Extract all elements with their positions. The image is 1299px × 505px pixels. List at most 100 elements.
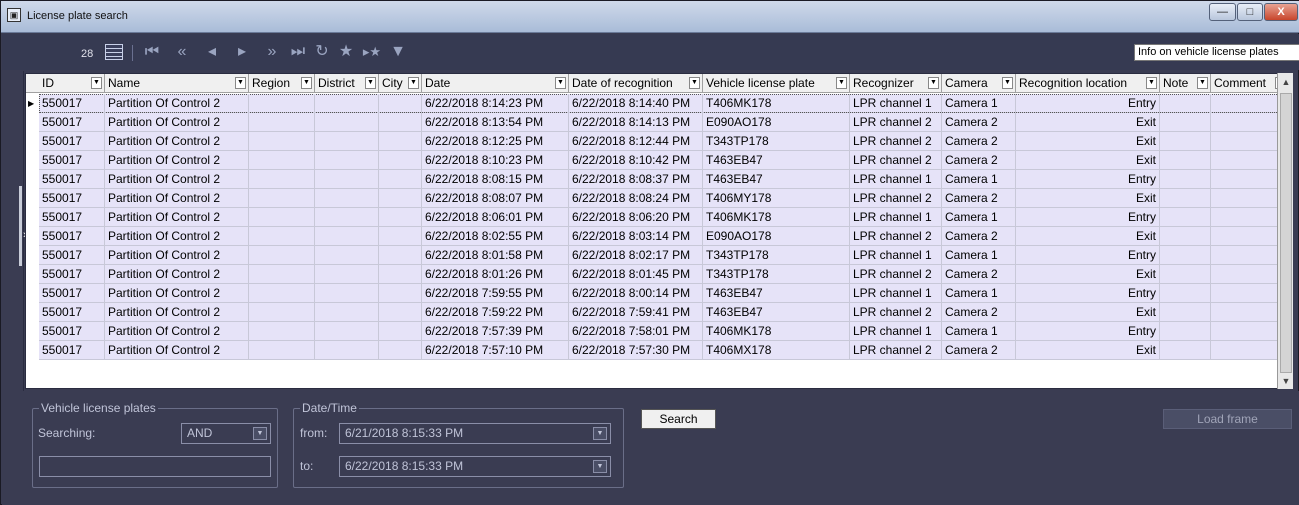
column-filter-dropdown-icon[interactable]: ▼ <box>1197 77 1208 89</box>
table-cell: E090AO178 <box>703 227 850 246</box>
goto-bookmark-icon[interactable]: ▸★ <box>361 41 383 63</box>
table-cell: 6/22/2018 7:59:55 PM <box>422 284 569 303</box>
table-cell <box>1160 322 1211 341</box>
minimize-button[interactable]: — <box>1209 3 1236 21</box>
table-cell <box>379 303 422 322</box>
last-record-icon[interactable]: ⏭ <box>287 41 309 63</box>
table-row[interactable]: 550017 Partition Of Control 2 6/22/2018 7:… <box>39 322 1287 341</box>
column-filter-dropdown-icon[interactable]: ▼ <box>1002 77 1013 89</box>
scroll-up-icon[interactable]: ▲ <box>1278 73 1294 91</box>
table-cell: Partition Of Control 2 <box>105 246 249 265</box>
from-datetime-picker[interactable]: 6/21/2018 8:15:33 PM ▼ <box>339 423 611 444</box>
table-row[interactable]: 550017 Partition Of Control 2 6/22/2018 8:… <box>39 132 1287 151</box>
to-label: to: <box>300 459 314 473</box>
search-button[interactable]: Search <box>641 409 716 429</box>
table-cell: 6/22/2018 8:06:01 PM <box>422 208 569 227</box>
table-cell <box>315 170 379 189</box>
previous-record-icon[interactable]: ◂ <box>201 41 223 63</box>
table-cell: Camera 2 <box>942 151 1016 170</box>
chevron-down-icon[interactable]: ▼ <box>593 427 607 440</box>
table-row[interactable]: 550017 Partition Of Control 2 6/22/2018 8:… <box>39 246 1287 265</box>
column-header[interactable]: Date ▼ <box>422 74 569 93</box>
next-page-icon[interactable]: » <box>261 41 283 63</box>
table-cell: Partition Of Control 2 <box>105 189 249 208</box>
table-row[interactable]: 550017 Partition Of Control 2 6/22/2018 8:… <box>39 227 1287 246</box>
table-row[interactable]: 550017 Partition Of Control 2 6/22/2018 8:… <box>39 208 1287 227</box>
searching-mode-select[interactable]: AND ▼ <box>181 423 271 444</box>
table-cell: Partition Of Control 2 <box>105 227 249 246</box>
table-cell <box>1160 132 1211 151</box>
column-header[interactable]: Recognizer ▼ <box>850 74 942 93</box>
column-filter-dropdown-icon[interactable]: ▼ <box>1146 77 1157 89</box>
splitter-handle[interactable] <box>19 186 22 266</box>
table-row[interactable]: 550017 Partition Of Control 2 6/22/2018 7:… <box>39 284 1287 303</box>
plate-input[interactable] <box>39 456 271 477</box>
table-row[interactable]: 550017 Partition Of Control 2 6/22/2018 8:… <box>39 189 1287 208</box>
column-filter-dropdown-icon[interactable]: ▼ <box>408 77 419 89</box>
next-record-icon[interactable]: ▸ <box>231 41 253 63</box>
column-header-label: Date <box>425 76 451 90</box>
plates-legend: Vehicle license plates <box>39 401 158 415</box>
table-cell <box>1160 341 1211 360</box>
column-header[interactable]: Camera ▼ <box>942 74 1016 93</box>
datetime-legend: Date/Time <box>300 401 359 415</box>
searching-label: Searching: <box>38 426 96 440</box>
table-cell: T343TP178 <box>703 246 850 265</box>
column-header-label: Camera <box>945 76 988 90</box>
bookmark-star-icon[interactable]: ★ <box>335 41 357 63</box>
column-filter-dropdown-icon[interactable]: ▼ <box>928 77 939 89</box>
table-cell <box>379 170 422 189</box>
column-filter-dropdown-icon[interactable]: ▼ <box>555 77 566 89</box>
column-header[interactable]: City ▼ <box>379 74 422 93</box>
column-filter-dropdown-icon[interactable]: ▼ <box>365 77 376 89</box>
filter-icon[interactable]: ▼ <box>387 41 409 63</box>
column-header[interactable]: Date of recognition ▼ <box>569 74 703 93</box>
table-cell: LPR channel 2 <box>850 151 942 170</box>
table-cell: 6/22/2018 7:57:39 PM <box>422 322 569 341</box>
close-button[interactable]: X <box>1264 3 1298 21</box>
column-filter-dropdown-icon[interactable]: ▼ <box>689 77 700 89</box>
to-datetime-picker[interactable]: 6/22/2018 8:15:33 PM ▼ <box>339 456 611 477</box>
table-cell: 6/22/2018 8:00:14 PM <box>569 284 703 303</box>
refresh-icon[interactable]: ↻ <box>311 41 333 63</box>
table-row[interactable]: 550017 Partition Of Control 2 6/22/2018 8:… <box>39 94 1287 113</box>
load-frame-button[interactable]: Load frame <box>1163 409 1292 429</box>
table-cell: Camera 2 <box>942 132 1016 151</box>
column-filter-dropdown-icon[interactable]: ▼ <box>836 77 847 89</box>
chevron-down-icon[interactable]: ▼ <box>593 460 607 473</box>
title-bar: ▣ License plate search — □ X <box>1 1 1299 33</box>
toolbar <box>2 34 1299 70</box>
table-row[interactable]: 550017 Partition Of Control 2 6/22/2018 8:… <box>39 265 1287 284</box>
vertical-scrollbar[interactable]: ▲ ▼ <box>1277 73 1293 389</box>
table-cell: Partition Of Control 2 <box>105 113 249 132</box>
maximize-button[interactable]: □ <box>1237 3 1263 21</box>
table-row[interactable]: 550017 Partition Of Control 2 6/22/2018 7:… <box>39 341 1287 360</box>
table-cell: 550017 <box>39 94 105 113</box>
column-header[interactable]: Recognition location ▼ <box>1016 74 1160 93</box>
to-datetime-value: 6/22/2018 8:15:33 PM <box>345 459 464 473</box>
scroll-down-icon[interactable]: ▼ <box>1278 373 1294 389</box>
datetime-group: Date/Time from: 6/21/2018 8:15:33 PM ▼ t… <box>293 401 624 488</box>
column-header[interactable]: Note ▼ <box>1160 74 1211 93</box>
table-cell: 6/22/2018 8:03:14 PM <box>569 227 703 246</box>
column-header[interactable]: Name ▼ <box>105 74 249 93</box>
column-header[interactable]: ID ▼ <box>39 74 105 93</box>
table-row[interactable]: 550017 Partition Of Control 2 6/22/2018 7:… <box>39 303 1287 322</box>
table-row[interactable]: 550017 Partition Of Control 2 6/22/2018 8:… <box>39 151 1287 170</box>
column-header[interactable]: Region ▼ <box>249 74 315 93</box>
column-filter-dropdown-icon[interactable]: ▼ <box>301 77 312 89</box>
table-row[interactable]: 550017 Partition Of Control 2 6/22/2018 8:… <box>39 113 1287 132</box>
previous-page-icon[interactable]: « <box>171 41 193 63</box>
first-record-icon[interactable]: ⏮ <box>141 41 163 63</box>
scroll-thumb[interactable] <box>1280 93 1292 373</box>
table-cell: 550017 <box>39 246 105 265</box>
column-filter-dropdown-icon[interactable]: ▼ <box>235 77 246 89</box>
column-filter-dropdown-icon[interactable]: ▼ <box>91 77 102 89</box>
table-row[interactable]: 550017 Partition Of Control 2 6/22/2018 8:… <box>39 170 1287 189</box>
column-header[interactable]: District ▼ <box>315 74 379 93</box>
grid-view-icon[interactable] <box>105 44 123 60</box>
column-header[interactable]: Vehicle license plate ▼ <box>703 74 850 93</box>
table-cell: 550017 <box>39 265 105 284</box>
tooltip: Info on vehicle license plates <box>1134 44 1299 61</box>
chevron-down-icon[interactable]: ▼ <box>253 427 267 440</box>
